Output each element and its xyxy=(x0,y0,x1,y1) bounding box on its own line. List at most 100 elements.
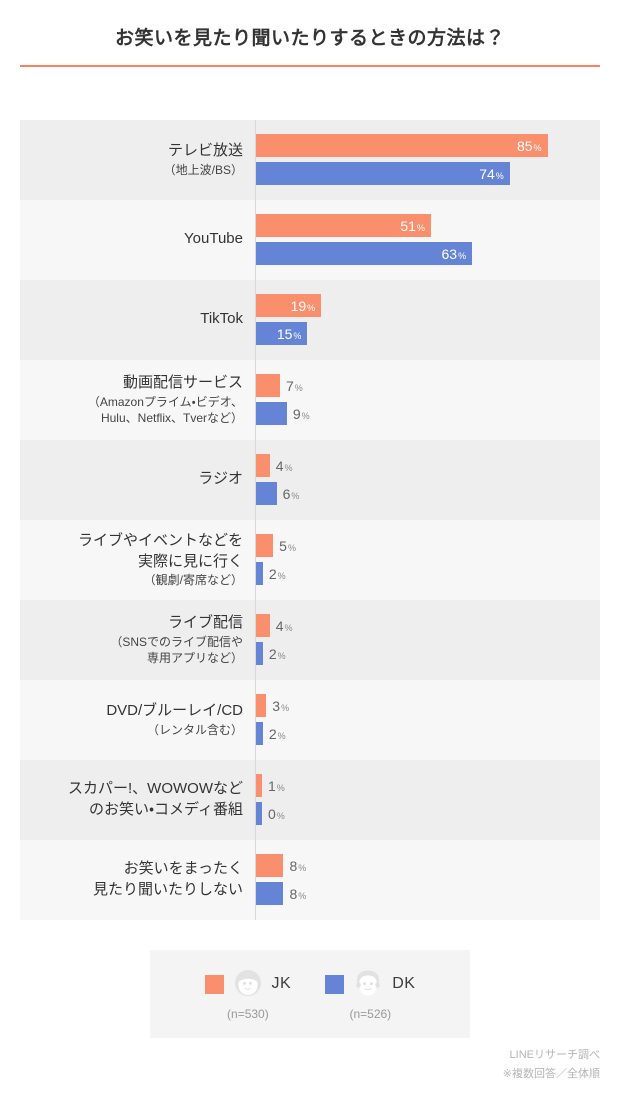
percent-symbol: % xyxy=(298,890,307,901)
bar-jk xyxy=(256,534,274,558)
bar-value-number: 1 xyxy=(268,777,276,794)
bar-value-dk: 74% xyxy=(479,167,504,181)
bar-value-jk: 19% xyxy=(291,299,316,313)
bar-value-number: 2 xyxy=(268,725,277,742)
bar-value-jk: 85% xyxy=(517,139,542,153)
bar-value-jk: 4% xyxy=(276,619,293,633)
legend-label-jk: JK xyxy=(271,975,292,992)
legend-entry-dk: DK (n=526) xyxy=(325,967,415,1021)
bar-line-dk: 2% xyxy=(256,562,600,586)
percent-symbol: % xyxy=(287,542,296,553)
bar-value-number: 4 xyxy=(275,617,284,634)
chart-row: 動画配信サービス （Amazonプライム・ビデオ、 Hulu、Netflix、Tv… xyxy=(20,359,600,440)
chart-row-label-main: スカパー!、WOWOWなど のお笑い・コメディ番組 xyxy=(68,780,243,818)
bar-value-dk: 9% xyxy=(293,407,310,421)
bar-line-jk: 5% xyxy=(256,534,600,558)
bar-dk xyxy=(256,482,277,506)
bar-value-number: 51 xyxy=(400,217,416,234)
chart-row: お笑いをまったく 見たり聞いたりしない 8% 8% xyxy=(20,839,600,920)
chart-row: YouTube 51% 63% xyxy=(20,199,600,280)
chart-row-label-main: ラジオ xyxy=(198,470,243,488)
bar-jk xyxy=(256,854,284,878)
bar-value-jk: 8% xyxy=(289,859,306,873)
chart-row-label: テレビ放送 （地上波/BS） xyxy=(20,120,255,200)
chart-row-label: 動画配信サービス （Amazonプライム・ビデオ、 Hulu、Netflix、Tv… xyxy=(20,360,255,440)
chart-row-label: ライブ配信 （SNSでのライブ配信や 専用アプリなど） xyxy=(20,600,255,680)
percent-symbol: % xyxy=(495,170,504,181)
chart-legend: JK (n=530) DK (n=526) xyxy=(150,950,470,1038)
chart-row-bars: 4% 6% xyxy=(255,440,600,520)
chart-footnote: LINEリサーチ調べ ※複数回答／全体順 xyxy=(503,1046,600,1085)
bar-jk: 85% xyxy=(256,134,548,158)
bar-jk xyxy=(256,454,270,478)
bar-line-dk: 2% xyxy=(256,722,600,746)
chart-row-bars: 5% 2% xyxy=(255,520,600,600)
chart-row-bars: 8% 8% xyxy=(255,840,600,920)
bar-jk: 51% xyxy=(256,214,431,238)
chart-row-label-main: テレビ放送 xyxy=(167,142,243,160)
title-underline-rule xyxy=(20,64,600,67)
bar-dk xyxy=(256,642,263,666)
chart-row-label: TikTok xyxy=(20,280,255,360)
percent-symbol: % xyxy=(307,302,316,313)
bar-line-jk: 3% xyxy=(256,694,600,718)
percent-symbol: % xyxy=(298,862,307,873)
bar-value-dk: 15% xyxy=(277,327,302,341)
percent-symbol: % xyxy=(458,250,467,261)
chart-row-bars: 19% 15% xyxy=(255,280,600,360)
chart-row-label-main: ライブやイベントなどを 実際に見に行く xyxy=(77,532,243,570)
chart-row-label-main: YouTube xyxy=(184,230,243,248)
bar-line-jk: 4% xyxy=(256,614,600,638)
percent-symbol: % xyxy=(277,650,286,661)
bar-line-jk: 51% xyxy=(256,214,600,238)
bar-value-number: 74 xyxy=(479,165,495,182)
chart-row: ライブやイベントなどを 実際に見に行く （観劇/寄席など） 5% 2% xyxy=(20,519,600,600)
boy-face-icon xyxy=(351,967,385,1001)
chart-row: スカパー!、WOWOWなど のお笑い・コメディ番組 1% 0% xyxy=(20,759,600,840)
bar-jk: 19% xyxy=(256,294,322,318)
chart-row: DVD/ブルーレイ/CD （レンタル含む） 3% 2% xyxy=(20,679,600,760)
percent-symbol: % xyxy=(277,570,286,581)
chart-row-bars: 3% 2% xyxy=(255,680,600,760)
percent-symbol: % xyxy=(416,222,425,233)
bar-dk: 15% xyxy=(256,322,308,346)
bar-value-number: 63 xyxy=(441,245,458,262)
percent-symbol: % xyxy=(276,782,285,793)
bar-line-dk: 63% xyxy=(256,242,600,266)
bar-value-dk: 2% xyxy=(269,727,286,741)
legend-entry-jk: JK (n=530) xyxy=(204,967,292,1021)
bar-dk: 74% xyxy=(256,162,510,186)
percent-symbol: % xyxy=(294,382,303,393)
chart-row: テレビ放送 （地上波/BS） 85% 74% xyxy=(20,119,600,200)
bar-line-dk: 6% xyxy=(256,482,600,506)
chart-header: お笑いを見たり聞いたりするときの方法は？ xyxy=(0,0,620,67)
bar-dk xyxy=(256,722,263,746)
bar-line-jk: 7% xyxy=(256,374,600,398)
bar-value-number: 0 xyxy=(268,805,276,822)
bar-line-jk: 4% xyxy=(256,454,600,478)
bar-value-dk: 8% xyxy=(289,887,306,901)
bar-value-jk: 1% xyxy=(268,779,285,793)
chart-row-label-sub: （レンタル含む） xyxy=(146,722,243,737)
bar-dk xyxy=(256,562,263,586)
legend-swatch-dk xyxy=(325,974,345,994)
bar-value-number: 19 xyxy=(290,297,307,314)
bar-value-dk: 0% xyxy=(268,807,285,821)
chart-row-label-main: 動画配信サービス xyxy=(122,374,243,392)
footnote-source: LINEリサーチ調べ xyxy=(509,1049,600,1061)
chart-row-label-sub: （SNSでのライブ配信や 専用アプリなど） xyxy=(110,634,243,665)
percent-symbol: % xyxy=(284,622,293,633)
legend-swatch-jk xyxy=(204,974,224,994)
page-title: お笑いを見たり聞いたりするときの方法は？ xyxy=(114,28,505,49)
bar-value-number: 6 xyxy=(282,485,291,502)
legend-entry-dk-top: DK xyxy=(325,967,415,1001)
bar-value-number: 4 xyxy=(275,457,284,474)
bar-jk xyxy=(256,694,267,718)
bar-value-number: 7 xyxy=(286,377,294,394)
bar-value-number: 15 xyxy=(276,325,293,342)
girl-face-icon xyxy=(231,967,265,1001)
bar-value-jk: 4% xyxy=(276,459,293,473)
bar-line-dk: 0% xyxy=(256,802,600,826)
chart-row-label: ライブやイベントなどを 実際に見に行く （観劇/寄席など） xyxy=(20,520,255,600)
bar-dk: 63% xyxy=(256,242,473,266)
